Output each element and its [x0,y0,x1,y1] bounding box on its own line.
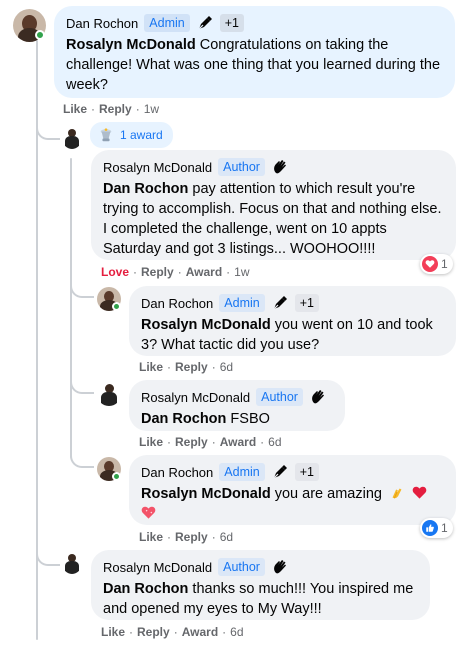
award-badge[interactable]: 1 award [90,122,173,148]
mention-link[interactable]: Rosalyn McDonald [66,37,196,53]
comment-bubble: Dan Rochon Admin +1 Rosalyn McDonald Con… [54,6,455,98]
reply-button[interactable]: Reply [175,360,208,374]
reply-button[interactable]: Reply [99,102,132,116]
comment-bubble: Dan Rochon Admin +1 Rosalyn McDonald you… [129,286,456,356]
love-button[interactable]: Love [101,265,129,279]
like-button[interactable]: Like [139,435,163,449]
comment-bubble: Rosalyn McDonald Author Dan Rochon thank… [91,550,430,620]
comment-text: Rosalyn McDonald Congratulations on taki… [66,37,441,93]
online-status-indicator [112,302,121,311]
heart-reaction-icon [422,256,438,272]
award-button[interactable]: Award [186,265,222,279]
thread-connector-nested-1 [70,276,94,298]
waving-hand-icon[interactable] [271,158,289,176]
pen-nib-icon[interactable] [271,463,289,481]
comment-text: Rosalyn McDonald you are amazing [141,484,444,524]
award-button[interactable]: Award [182,625,218,639]
admin-badge[interactable]: Admin [144,14,190,32]
waving-hand-icon[interactable] [271,558,289,576]
comment-text: Rosalyn McDonald you went on 10 and took… [141,317,433,353]
avatar[interactable] [62,552,82,574]
thread-connector-reply-1 [36,530,60,566]
comment-text: Dan Rochon pay attention to which result… [103,181,442,257]
mention-link[interactable]: Dan Rochon [141,411,226,427]
reaction-summary[interactable]: 1 [420,254,453,274]
trophy-award-icon [100,128,112,142]
comment-actions: Like · Reply · 6d [139,360,234,374]
online-status-indicator [35,30,45,40]
author-name[interactable]: Dan Rochon [66,15,138,32]
author-name[interactable]: Rosalyn McDonald [103,159,212,176]
mention-link[interactable]: Dan Rochon [103,181,188,197]
timestamp[interactable]: 6d [220,530,233,544]
comment-actions: Like · Reply · 1w [63,102,160,116]
waving-hand-icon[interactable] [309,388,327,406]
red-heart-emoji [412,486,427,499]
like-button[interactable]: Like [139,360,163,374]
pen-nib-icon[interactable] [196,14,214,32]
author-name[interactable]: Dan Rochon [141,464,213,481]
admin-badge[interactable]: Admin [219,294,265,312]
reply-button[interactable]: Reply [137,625,170,639]
more-badges-count[interactable]: +1 [219,14,244,32]
timestamp[interactable]: 1w [144,102,159,116]
author-name[interactable]: Rosalyn McDonald [103,559,212,576]
comment-text: Dan Rochon thanks so much!!! You inspire… [103,581,414,617]
reaction-summary[interactable]: 1 [420,518,453,538]
thread-connector-nested-2 [70,372,94,394]
sparkling-heart-emoji [141,506,156,519]
comment-bubble: Dan Rochon Admin +1 Rosalyn McDonald you… [129,455,456,525]
reply-button[interactable]: Reply [175,530,208,544]
online-status-indicator [112,472,121,481]
thumbs-up-reaction-icon [422,520,438,536]
pen-nib-icon[interactable] [271,294,289,312]
thread-connector-award [36,112,60,140]
award-button[interactable]: Award [220,435,256,449]
comment-actions: Love · Reply · Award · 1w [101,265,250,279]
mention-link[interactable]: Rosalyn McDonald [141,317,271,333]
like-button[interactable]: Like [101,625,125,639]
thread-line-nested [70,158,72,458]
timestamp[interactable]: 1w [234,265,249,279]
author-name[interactable]: Rosalyn McDonald [141,389,250,406]
comment-actions: Like · Reply · 6d [139,530,234,544]
reaction-count: 1 [441,521,448,535]
clapping-hands-emoji [392,488,402,499]
reply-button[interactable]: Reply [175,435,208,449]
mention-link[interactable]: Rosalyn McDonald [141,486,271,502]
more-badges-count[interactable]: +1 [294,294,319,312]
comment-bubble: Rosalyn McDonald Author Dan Rochon FSBO [129,380,345,431]
timestamp[interactable]: 6d [268,435,281,449]
comment-actions: Like · Reply · Award · 6d [101,625,244,639]
avatar[interactable] [97,382,121,406]
like-button[interactable]: Like [63,102,87,116]
author-name[interactable]: Dan Rochon [141,295,213,312]
more-badges-count[interactable]: +1 [294,463,319,481]
award-count-label: 1 award [120,128,163,142]
like-button[interactable]: Like [139,530,163,544]
avatar[interactable] [62,127,82,149]
mention-link[interactable]: Dan Rochon [103,581,188,597]
author-badge[interactable]: Author [218,158,265,176]
author-badge[interactable]: Author [218,558,265,576]
timestamp[interactable]: 6d [230,625,243,639]
thread-connector-nested-3 [70,446,94,468]
comment-text: Dan Rochon FSBO [141,411,270,427]
author-badge[interactable]: Author [256,388,303,406]
comment-bubble: Rosalyn McDonald Author Dan Rochon pay a… [91,150,456,260]
admin-badge[interactable]: Admin [219,463,265,481]
timestamp[interactable]: 6d [220,360,233,374]
comment-actions: Like · Reply · Award · 6d [139,435,282,449]
reaction-count: 1 [441,257,448,271]
reply-button[interactable]: Reply [141,265,174,279]
